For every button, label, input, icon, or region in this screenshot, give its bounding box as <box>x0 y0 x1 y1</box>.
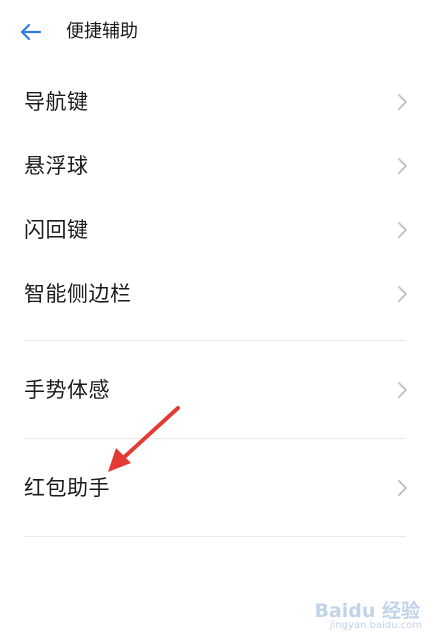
settings-item-gesture-motion[interactable]: 手势体感 <box>0 362 436 418</box>
settings-item-label: 闪回键 <box>24 218 89 242</box>
section-divider <box>24 340 406 341</box>
section-divider <box>24 438 406 439</box>
baidu-watermark: Baidu 经验 jingyan.baidu.com <box>280 596 430 638</box>
chevron-right-icon <box>398 222 407 238</box>
watermark-url: jingyan.baidu.com <box>329 620 422 631</box>
chevron-right-icon <box>398 286 407 302</box>
watermark-logo: Baidu 经验 <box>314 600 420 622</box>
settings-item-flashback-key[interactable]: 闪回键 <box>0 202 436 258</box>
chevron-right-icon <box>398 480 407 496</box>
section-divider <box>24 536 406 537</box>
settings-item-label: 导航键 <box>24 90 89 114</box>
chevron-right-icon <box>398 158 407 174</box>
page-title: 便捷辅助 <box>66 21 138 42</box>
chevron-right-icon <box>398 94 407 110</box>
settings-item-navigation-keys[interactable]: 导航键 <box>0 74 436 130</box>
settings-item-label: 智能侧边栏 <box>24 282 132 306</box>
settings-item-label: 悬浮球 <box>24 154 89 178</box>
title-bar: 便捷辅助 <box>0 0 436 64</box>
back-arrow-icon <box>20 23 42 41</box>
settings-item-red-packet-assistant[interactable]: 红包助手 <box>0 460 436 516</box>
settings-item-floating-ball[interactable]: 悬浮球 <box>0 138 436 194</box>
chevron-right-icon <box>398 382 407 398</box>
settings-item-label: 手势体感 <box>24 378 110 402</box>
settings-item-smart-sidebar[interactable]: 智能侧边栏 <box>0 266 436 322</box>
settings-item-label: 红包助手 <box>24 476 110 500</box>
back-button[interactable] <box>18 18 46 46</box>
